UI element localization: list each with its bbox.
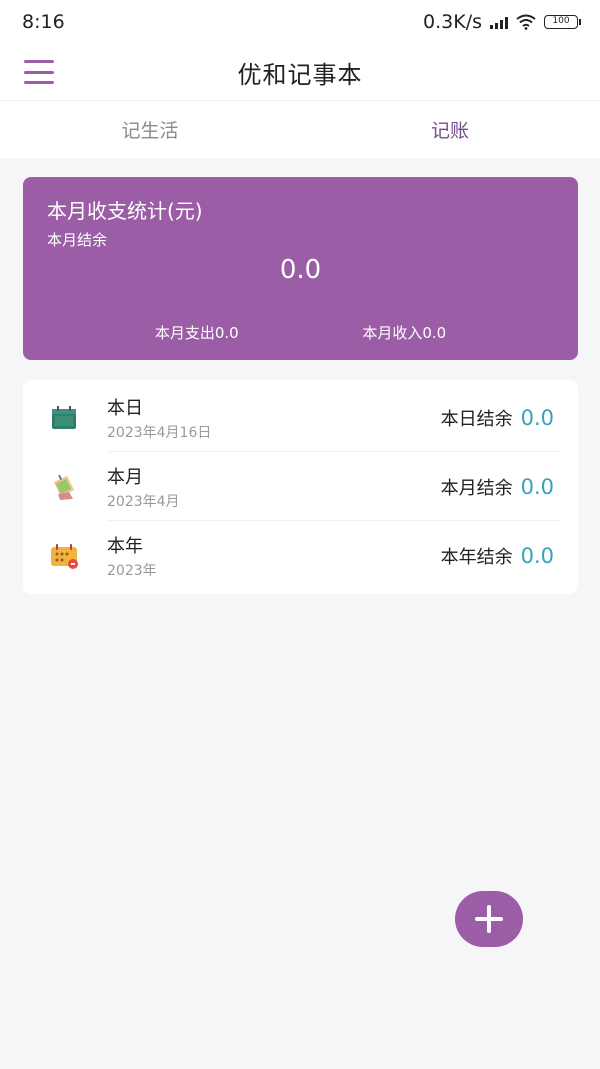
- list-item-date: 2023年4月16日: [107, 425, 212, 441]
- network-speed: 0.3K/s: [423, 11, 482, 33]
- menu-icon[interactable]: [24, 60, 54, 84]
- summary-title: 本月收支统计(元): [47, 199, 203, 223]
- calendar-month-icon: [54, 474, 74, 500]
- calendar-year-icon: [51, 544, 78, 569]
- monthly-summary-card: 本月收支统计(元) 本月结余 0.0 本月支出0.0 本月收入0.0: [23, 177, 578, 360]
- list-item-balance-label: 本年结余: [440, 547, 513, 568]
- list-item-text: 本日 2023年4月16日: [107, 394, 211, 442]
- monthly-expense: 本月支出0.0: [154, 324, 239, 342]
- status-bar: 8:16 0.3K/s 100: [0, 0, 600, 44]
- battery-icon: 100: [544, 15, 581, 29]
- list-item-text: 本月 2023年4月: [107, 463, 180, 511]
- list-item-balance: 本月结余 0.0: [441, 474, 554, 500]
- list-item-year[interactable]: 本年 2023年 本年结余 0.0: [23, 522, 578, 590]
- tab-life-notes[interactable]: 记生活: [0, 101, 300, 158]
- list-item-balance-value: 0.0: [520, 406, 554, 430]
- list-item-date: 2023年4月: [107, 494, 180, 510]
- list-item-balance-value: 0.0: [520, 475, 554, 499]
- signal-icon: [490, 15, 508, 29]
- status-indicators: 0.3K/s 100: [423, 11, 581, 33]
- calendar-day-icon: [52, 406, 76, 429]
- app-title: 优和记事本: [237, 60, 363, 89]
- period-list: 本日 2023年4月16日 本日结余 0.0 本月 2023年4月 本月结余 0…: [23, 380, 578, 594]
- list-item-text: 本年 2023年: [107, 532, 157, 580]
- tab-accounting[interactable]: 记账: [300, 101, 600, 158]
- list-item-title: 本月: [107, 467, 143, 488]
- wifi-icon: [516, 14, 536, 30]
- divider: [107, 451, 560, 452]
- app-bar: 优和记事本: [0, 44, 600, 100]
- balance-value: 0.0: [279, 255, 322, 285]
- list-item-balance-label: 本日结余: [440, 409, 513, 430]
- add-record-button[interactable]: [455, 891, 523, 947]
- divider: [107, 520, 560, 521]
- list-item-day[interactable]: 本日 2023年4月16日 本日结余 0.0: [23, 384, 578, 452]
- list-item-balance-label: 本月结余: [440, 478, 513, 499]
- list-item-balance: 本日结余 0.0: [441, 405, 554, 431]
- tab-bar: 记生活 记账: [0, 100, 600, 158]
- monthly-income: 本月收入0.0: [362, 324, 447, 342]
- list-item-title: 本年: [107, 536, 143, 557]
- summary-footer: 本月支出0.0 本月收入0.0: [23, 322, 578, 343]
- list-item-balance-value: 0.0: [520, 544, 554, 568]
- status-time: 8:16: [22, 11, 65, 33]
- list-item-month[interactable]: 本月 2023年4月 本月结余 0.0: [23, 453, 578, 521]
- balance-label: 本月结余: [47, 231, 108, 249]
- list-item-title: 本日: [107, 398, 143, 419]
- plus-icon: [475, 905, 503, 933]
- list-item-balance: 本年结余 0.0: [441, 543, 554, 569]
- list-item-date: 2023年: [107, 563, 157, 579]
